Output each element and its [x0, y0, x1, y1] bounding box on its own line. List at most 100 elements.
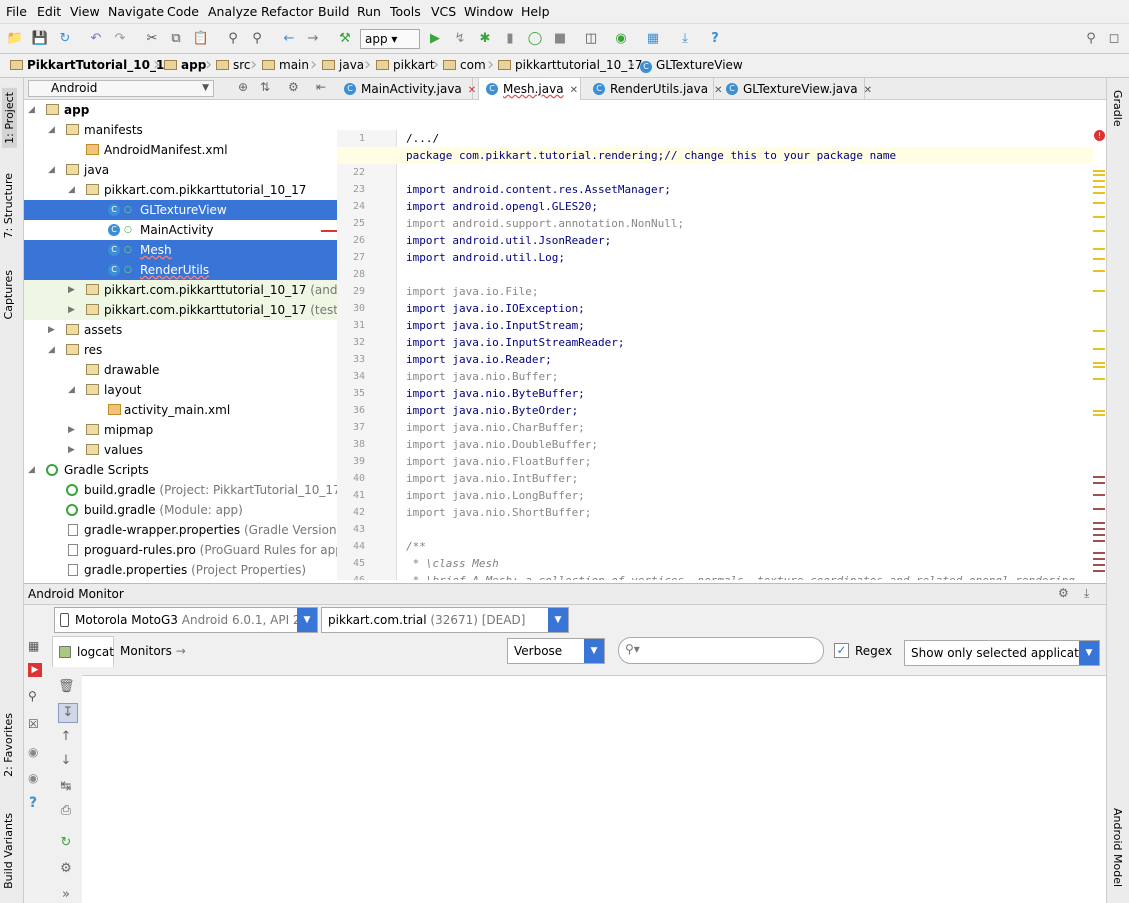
stripe-marker[interactable]: [1093, 558, 1105, 560]
trash-icon[interactable]: 🗑: [58, 679, 75, 695]
stripe-marker[interactable]: [1093, 476, 1105, 478]
search-everywhere-icon[interactable]: ⚲: [1082, 30, 1100, 48]
stripe-marker[interactable]: [1093, 186, 1105, 188]
menu-navigate[interactable]: Navigate: [108, 4, 164, 19]
menu-file[interactable]: File: [6, 4, 27, 19]
print-icon[interactable]: ⎙: [58, 803, 74, 819]
hide-panel-icon[interactable]: ⇤: [316, 80, 326, 94]
stripe-marker[interactable]: [1093, 174, 1105, 176]
restart-icon[interactable]: ↻: [58, 835, 74, 851]
menu-edit[interactable]: Edit: [37, 4, 61, 19]
instant-run-icon[interactable]: ↯: [451, 30, 469, 48]
tab-favorites[interactable]: 2: Favorites: [2, 713, 15, 777]
stripe-marker[interactable]: [1093, 362, 1105, 364]
tab-android-model[interactable]: Android Model: [1111, 808, 1124, 887]
cut-icon[interactable]: ✂: [143, 30, 161, 48]
sync-icon[interactable]: ↻: [56, 30, 74, 48]
breadcrumb-java[interactable]: java: [322, 58, 364, 72]
stripe-marker[interactable]: [1093, 192, 1105, 194]
stripe-marker[interactable]: [1093, 170, 1105, 172]
tab-structure[interactable]: 7: Structure: [2, 173, 15, 238]
breadcrumb-src[interactable]: src: [216, 58, 251, 72]
gear-icon[interactable]: ⚙: [288, 80, 299, 94]
save-icon[interactable]: 💾: [31, 30, 49, 48]
terminate-icon[interactable]: ☒: [28, 717, 39, 731]
tree-item-drawable[interactable]: drawable: [24, 360, 337, 380]
undo-icon[interactable]: ↶: [87, 30, 105, 48]
stripe-marker[interactable]: [1093, 348, 1105, 350]
tree-item-res[interactable]: ◢ res: [24, 340, 337, 360]
make-project-icon[interactable]: ⚒: [336, 30, 354, 48]
tab-gradle[interactable]: Gradle: [1111, 90, 1124, 127]
logcat-output[interactable]: [82, 675, 1106, 903]
close-icon[interactable]: ✕: [570, 85, 578, 96]
tree-item-assets[interactable]: ▶ assets: [24, 320, 337, 340]
menu-view[interactable]: View: [70, 4, 100, 19]
tab-mainactivity[interactable]: C MainActivity.java ✕: [337, 78, 476, 100]
menu-vcs[interactable]: VCS: [431, 4, 456, 19]
stop-icon[interactable]: ■: [551, 30, 569, 48]
coverage-icon[interactable]: ▮: [501, 30, 519, 48]
tree-item-app[interactable]: ◢ app: [24, 100, 337, 120]
android-monitor-icon[interactable]: ◉: [612, 30, 630, 48]
tree-item-proguard[interactable]: proguard-rules.pro (ProGuard Rules for a…: [24, 540, 337, 560]
user-icon[interactable]: ◻: [1105, 30, 1123, 48]
device-select[interactable]: Motorola MotoG3 Android 6.0.1, API 23 ▼: [54, 607, 318, 633]
tab-project[interactable]: 1: Project: [2, 88, 17, 148]
tree-item-values[interactable]: ▶ values: [24, 440, 337, 460]
soft-wrap-icon[interactable]: ↹: [58, 779, 74, 795]
search-input[interactable]: ⚲▾: [618, 637, 824, 664]
copy-icon[interactable]: ⧉: [167, 30, 185, 48]
stripe-marker[interactable]: [1093, 202, 1105, 204]
breadcrumb-main[interactable]: main: [262, 58, 309, 72]
tree-item-build-gradle-project[interactable]: build.gradle (Project: PikkartTutorial_1…: [24, 480, 337, 500]
tree-item-layout[interactable]: ◢ layout: [24, 380, 337, 400]
tree-item-mipmap[interactable]: ▶ mipmap: [24, 420, 337, 440]
tree-item-gradle-scripts[interactable]: ◢ Gradle Scripts: [24, 460, 337, 480]
stripe-marker[interactable]: [1093, 540, 1105, 542]
stripe-marker[interactable]: [1093, 230, 1105, 232]
tree-item-package[interactable]: ◢ pikkart.com.pikkarttutorial_10_17: [24, 180, 337, 200]
help-icon[interactable]: ?: [29, 795, 37, 811]
stripe-marker[interactable]: [1093, 270, 1105, 272]
screen-record-icon[interactable]: ▶: [28, 663, 42, 677]
tree-item-android-test-package[interactable]: ▶pikkart.com.pikkarttutorial_10_17 (andr…: [24, 280, 337, 300]
run-icon[interactable]: ▶: [426, 30, 444, 48]
tree-item-gradle-properties[interactable]: gradle.properties (Project Properties): [24, 560, 337, 580]
tab-mesh[interactable]: C Mesh.java ✕: [478, 78, 581, 100]
redo-icon[interactable]: ↷: [111, 30, 129, 48]
process-select[interactable]: pikkart.com.trial (32671) [DEAD] ▼: [321, 607, 569, 633]
tree-item-gltextureview[interactable]: C ○ GLTextureView: [24, 200, 337, 220]
code-editor[interactable]: 1212223242526272829303132333435363738394…: [337, 100, 1106, 580]
stripe-marker[interactable]: [1093, 570, 1105, 572]
stripe-marker[interactable]: [1093, 366, 1105, 368]
attach-debugger-icon[interactable]: ◯: [526, 30, 544, 48]
log-level-select[interactable]: Verbose ▼: [507, 638, 605, 664]
close-icon[interactable]: ✕: [468, 85, 476, 96]
tree-item-manifest-file[interactable]: AndroidManifest.xml: [24, 140, 337, 160]
expand-icon[interactable]: »: [58, 887, 74, 903]
gear-icon[interactable]: ⚙: [58, 861, 74, 877]
breadcrumb-package[interactable]: pikkarttutorial_10_17: [498, 58, 642, 72]
stripe-marker[interactable]: [1093, 552, 1105, 554]
tree-item-build-gradle-module[interactable]: build.gradle (Module: app): [24, 500, 337, 520]
tab-build-variants[interactable]: Build Variants: [2, 813, 15, 889]
stripe-marker[interactable]: [1093, 330, 1105, 332]
stripe-marker[interactable]: [1093, 482, 1105, 484]
stripe-marker[interactable]: [1093, 564, 1105, 566]
tab-logcat[interactable]: logcat: [52, 636, 114, 667]
menu-help[interactable]: Help: [521, 4, 550, 19]
stripe-marker[interactable]: [1093, 528, 1105, 530]
debug-icon[interactable]: ✱: [476, 30, 494, 48]
breadcrumb-pikkart[interactable]: pikkart: [376, 58, 435, 72]
stripe-marker[interactable]: [1093, 534, 1105, 536]
find-icon[interactable]: ⚲: [224, 30, 242, 48]
stripe-marker[interactable]: [1093, 494, 1105, 496]
stripe-marker[interactable]: [1093, 258, 1105, 260]
layout-inspector-icon[interactable]: ◉: [28, 771, 38, 785]
menu-build[interactable]: Build: [318, 4, 349, 19]
stripe-marker[interactable]: [1093, 216, 1105, 218]
run-config-select[interactable]: app ▾: [360, 29, 420, 49]
back-icon[interactable]: ←: [280, 30, 298, 48]
paste-icon[interactable]: 📋: [192, 30, 210, 48]
